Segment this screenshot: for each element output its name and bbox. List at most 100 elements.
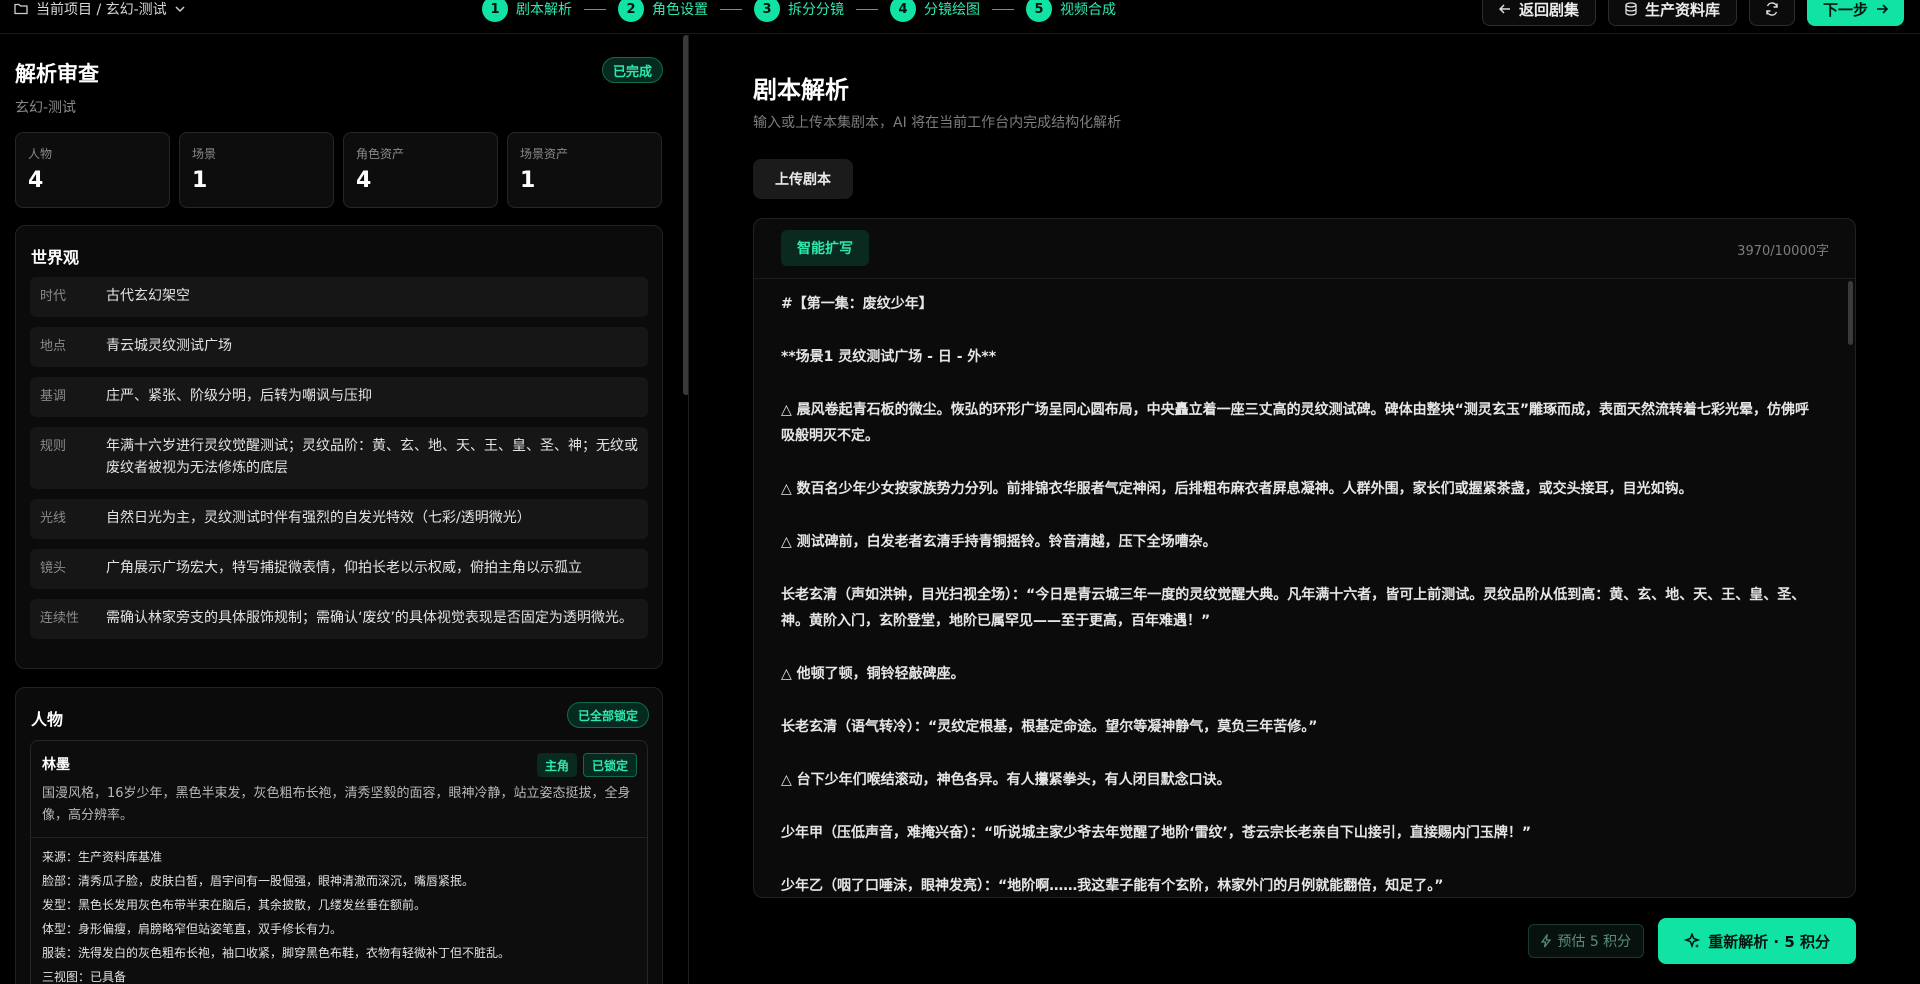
stat-scene-assets: 场景资产 1 [507,132,662,208]
step-number: 5 [1026,0,1052,22]
next-label: 下一步 [1822,0,1868,19]
folder-icon [14,3,28,15]
top-actions: 返回剧集 生产资料库 下一步 [1481,0,1904,26]
script-line: △ 台下少年们喉结滚动，神色各异。有人攥紧拳头，有人闭目默念口诀。 [781,772,1231,788]
all-locked-badge: 已全部锁定 [566,702,649,728]
script-line: 少年甲（压低声音，难掩兴奋）：“听说城主家少爷去年觉醒了地阶‘雷纹’，苍云宗长老… [781,825,1532,841]
divider [31,837,647,838]
row-key: 规则 [40,439,67,454]
row-value: 自然日光为主，灵纹测试时伴有强烈的自发光特效（七彩/透明微光） [106,510,531,526]
worldview-rows: 时代 古代玄幻架空 地点 青云城灵纹测试广场 基调 庄严、紧张、阶级分明，后转为… [30,277,648,649]
stats-row: 人物 4 场景 1 角色资产 4 场景资产 1 [15,132,662,208]
status-badge: 已完成 [601,57,663,83]
row-value: 年满十六岁进行灵纹觉醒测试；灵纹品阶：黄、玄、地、天、王、皇、圣、神；无纹或废纹… [106,438,638,476]
stat-value: 1 [192,168,208,193]
page-subtitle: 输入或上传本集剧本，AI 将在当前工作台内完成结构化解析 [753,115,1122,131]
stat-value: 4 [356,168,372,193]
character-description: 国漫风格，16岁少年，黑色半束发，灰色粗布长袍，清秀坚毅的面容，眼神冷静，站立姿… [42,786,631,823]
page-title: 剧本解析 [753,76,849,104]
script-editor[interactable]: 智能扩写 3970/10000字 #【第一集：废纹少年】 **场景1 灵纹测试广… [753,218,1856,898]
row-value: 庄严、紧张、阶级分明，后转为嘲讽与压抑 [106,388,372,404]
project-selector[interactable]: 当前项目 / 玄幻-测试 [14,0,185,18]
row-value: 需确认林家旁支的具体服饰规制；需确认‘废纹’的具体视觉表现是否固定为透明微光。 [106,610,633,626]
cost-estimate: 预估 5 积分 [1528,924,1645,958]
script-line: 长老玄清（声如洪钟，目光扫视全场）：“今日是青云城三年一度的灵纹觉醒大典。凡年满… [781,587,1806,629]
stat-character-assets: 角色资产 4 [343,132,498,208]
sparkle-icon [1684,933,1701,949]
character-count: 3970/10000字 [1737,244,1829,259]
reparse-button[interactable]: 重新解析 · 5 积分 [1658,918,1856,964]
row-key: 镜头 [40,561,67,576]
row-key: 时代 [40,289,67,304]
project-path: 当前项目 / 玄幻-测试 [36,2,167,18]
step-split-shots[interactable]: 3 拆分分镜 [754,0,844,22]
editor-toolbar: 智能扩写 3970/10000字 [754,219,1855,279]
stat-label: 人物 [28,147,53,161]
smart-expand-button[interactable]: 智能扩写 [781,230,869,266]
step-connector [856,8,878,10]
character-item[interactable]: 林墨 主角 已锁定 国漫风格，16岁少年，黑色半束发，灰色粗布长袍，清秀坚毅的面… [30,740,648,984]
production-library-button[interactable]: 生产资料库 [1607,0,1737,26]
step-label: 角色设置 [652,2,708,18]
stat-label: 场景资产 [520,147,569,161]
script-panel: 剧本解析 输入或上传本集剧本，AI 将在当前工作台内完成结构化解析 上传剧本 智… [753,35,1856,984]
script-line: △ 他顿了顿，铜铃轻敲碑座。 [781,666,965,682]
script-line: △ 数百名少年少女按家族势力分列。前排锦衣华服者气定神闲，后排粗布麻衣者屏息凝神… [781,481,1693,497]
stat-characters: 人物 4 [15,132,170,208]
step-video-compose[interactable]: 5 视频合成 [1026,0,1116,22]
lightning-icon [1541,934,1552,948]
locked-tag[interactable]: 已锁定 [582,753,637,777]
step-number: 2 [618,0,644,22]
review-subtitle: 玄幻-测试 [15,100,77,116]
stat-label: 场景 [192,147,217,161]
back-to-episodes-button[interactable]: 返回剧集 [1481,0,1596,26]
top-bar: 当前项目 / 玄幻-测试 1 剧本解析 2 角色设置 3 拆分分镜 4 分镜绘图… [0,0,1920,34]
worldview-row: 时代 古代玄幻架空 [30,277,648,317]
worldview-row: 基调 庄严、紧张、阶级分明，后转为嘲讽与压抑 [30,377,648,417]
row-key: 连续性 [40,611,80,626]
refresh-button[interactable] [1748,0,1795,26]
worldview-row: 地点 青云城灵纹测试广场 [30,327,648,367]
script-line: 少年乙（咽了口唾沫，眼神发亮）：“地阶啊……我这辈子能有个玄阶，林家外门的月例就… [781,878,1444,894]
characters-title: 人物 [31,710,64,729]
reparse-label: 重新解析 · 5 积分 [1708,932,1830,951]
script-textarea[interactable]: #【第一集：废纹少年】 **场景1 灵纹测试广场 - 日 - 外** △ 晨风卷… [781,291,1816,897]
stat-value: 4 [28,168,44,193]
step-label: 拆分分镜 [788,2,844,18]
editor-scrollbar[interactable] [1848,281,1853,345]
worldview-row: 规则 年满十六岁进行灵纹觉醒测试；灵纹品阶：黄、玄、地、天、王、皇、圣、神；无纹… [30,427,648,489]
detail-line: 来源：生产资料库基准 [42,850,163,864]
role-tag: 主角 [536,753,577,777]
panel-divider [688,35,689,984]
step-shot-drawing[interactable]: 4 分镜绘图 [890,0,980,22]
next-step-button[interactable]: 下一步 [1806,0,1904,26]
upload-script-button[interactable]: 上传剧本 [753,159,853,199]
row-key: 基调 [40,389,67,404]
script-line: 长老玄清（语气转冷）：“灵纹定根基，根基定命途。望尔等凝神静气，莫负三年苦修。” [781,719,1318,735]
script-line: #【第一集：废纹少年】 [781,296,933,312]
characters-card: 人物 已全部锁定 林墨 主角 已锁定 国漫风格，16岁少年，黑色半束发，灰色粗布… [15,687,663,984]
step-script-parse[interactable]: 1 剧本解析 [482,0,572,22]
row-value: 古代玄幻架空 [106,288,190,304]
review-panel: 解析审查 玄幻-测试 已完成 人物 4 场景 1 角色资产 4 场景资产 1 世 [0,35,688,984]
row-key: 光线 [40,511,67,526]
character-name: 林墨 [42,757,70,773]
worldview-row: 光线 自然日光为主，灵纹测试时伴有强烈的自发光特效（七彩/透明微光） [30,499,648,539]
stat-value: 1 [520,168,536,193]
character-details: 来源：生产资料库基准 脸部：清秀瓜子脸，皮肤白皙，眉宇间有一股倔强，眼神清澈而深… [42,845,638,984]
detail-line: 服装：洗得发白的灰色粗布长袍，袖口收紧，脚穿黑色布鞋，衣物有轻微补丁但不脏乱。 [42,946,511,960]
detail-line: 三视图：已具备 [42,970,127,984]
step-connector [720,8,742,10]
detail-line: 脸部：清秀瓜子脸，皮肤白皙，眉宇间有一股倔强，眼神清澈而深沉，嘴唇紧抿。 [42,874,475,888]
step-number: 3 [754,0,780,22]
step-label: 视频合成 [1060,2,1116,18]
estimate-label: 预估 5 积分 [1557,934,1632,950]
arrow-left-icon [1498,4,1510,14]
step-label: 剧本解析 [516,2,572,18]
script-line: △ 晨风卷起青石板的微尘。恢弘的环形广场呈同心圆布局，中央矗立着一座三丈高的灵纹… [781,402,1810,444]
workflow-steps: 1 剧本解析 2 角色设置 3 拆分分镜 4 分镜绘图 5 视频合成 [482,0,1116,22]
step-label: 分镜绘图 [924,2,980,18]
row-value: 青云城灵纹测试广场 [106,338,232,354]
step-character-setup[interactable]: 2 角色设置 [618,0,708,22]
stat-label: 角色资产 [356,147,405,161]
